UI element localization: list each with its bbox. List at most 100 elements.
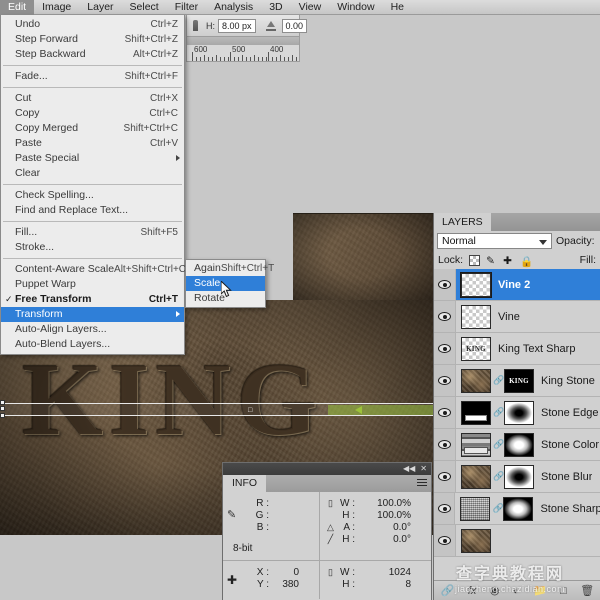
lock-image-pixels-icon[interactable]: ✎ <box>486 255 497 267</box>
layer-visibility-toggle[interactable] <box>434 397 456 428</box>
layer-row-vine-2[interactable]: Vine 2 <box>434 269 600 301</box>
link-mask-icon[interactable]: 🔗 <box>493 375 504 386</box>
transform-marquee[interactable]: □ <box>0 403 433 416</box>
menu-row-puppet-warp[interactable]: Puppet Warp <box>1 277 184 292</box>
layer-row-stone-sharp[interactable]: 🔗 Stone Sharp <box>434 493 600 525</box>
menu-row-paste[interactable]: Paste Ctrl+V <box>1 136 184 151</box>
layer-row-stone-color[interactable]: 🔗 Stone Color <box>434 429 600 461</box>
menu-item-edit[interactable]: Edit <box>0 0 35 15</box>
menu-item-window[interactable]: Window <box>329 0 382 15</box>
layer-mask-thumbnail[interactable] <box>504 368 534 393</box>
layer-thumbnail[interactable] <box>460 271 492 298</box>
menu-row-transform[interactable]: Transform <box>1 307 184 322</box>
menu-row-content-aware-scale[interactable]: Content-Aware Scale Alt+Shift+Ctrl+C <box>1 262 186 277</box>
menu-row-auto-align-layers[interactable]: Auto-Align Layers... <box>1 322 184 337</box>
document-canvas-upper[interactable] <box>293 213 433 303</box>
submenu-row-scale[interactable]: Scale <box>186 276 265 291</box>
ruler-label-400: 400 <box>270 45 284 54</box>
menu-row-step-forward[interactable]: Step Forward Shift+Ctrl+Z <box>1 32 184 47</box>
layer-mask-thumbnail[interactable] <box>504 432 534 457</box>
menu-item-3d[interactable]: 3D <box>261 0 290 15</box>
menu-row-copy[interactable]: Copy Ctrl+C <box>1 106 184 121</box>
layer-thumbnail[interactable] <box>460 496 491 521</box>
new-group-icon[interactable]: 📁 <box>533 584 547 597</box>
menu-item-filter[interactable]: Filter <box>167 0 206 15</box>
adjustment-layer-icon[interactable]: ◐ <box>513 585 520 597</box>
lock-transparent-pixels-icon[interactable] <box>469 254 481 266</box>
layer-mask-thumbnail[interactable] <box>504 464 534 489</box>
close-icon[interactable]: ✕ <box>420 463 427 475</box>
delete-layer-icon[interactable]: 🗑 <box>580 584 594 597</box>
layer-row-king-text-sharp[interactable]: King Text Sharp <box>434 333 600 365</box>
menu-row-fade[interactable]: Fade... Shift+Ctrl+F <box>1 69 184 84</box>
layer-row-stone-edge[interactable]: 🔗 Stone Edge <box>434 397 600 429</box>
ruler-label-600: 600 <box>194 45 208 54</box>
layer-thumbnail[interactable] <box>461 400 491 425</box>
layer-thumbnail[interactable] <box>461 464 491 489</box>
menu-row-label: Copy <box>15 107 40 119</box>
layer-mask-thumbnail[interactable] <box>503 496 534 521</box>
angle-input[interactable]: 0.00 <box>281 18 308 33</box>
panel-menu-icon[interactable] <box>417 479 427 488</box>
menu-row-free-transform[interactable]: ✓ Free Transform Ctrl+T <box>1 292 184 307</box>
horizontal-ruler[interactable]: 600 500 400 <box>186 45 300 62</box>
layer-thumbnail[interactable] <box>461 432 491 457</box>
layer-visibility-toggle[interactable] <box>434 269 456 300</box>
layer-row-king-stone[interactable]: 🔗 King Stone <box>434 365 600 397</box>
ruler-label-500: 500 <box>232 45 246 54</box>
hardness-input[interactable]: 8.00 px <box>218 18 256 33</box>
layer-row-vine[interactable]: Vine <box>434 301 600 333</box>
layer-mask-thumbnail[interactable] <box>504 400 534 425</box>
layer-visibility-toggle[interactable] <box>434 301 456 332</box>
link-mask-icon[interactable]: 🔗 <box>493 407 504 418</box>
link-layers-icon[interactable]: 🔗 <box>441 584 455 597</box>
menu-row-cut[interactable]: Cut Ctrl+X <box>1 91 184 106</box>
menu-row-check-spelling[interactable]: Check Spelling... <box>1 188 184 203</box>
brush-icon[interactable] <box>190 18 203 33</box>
menu-item-layer[interactable]: Layer <box>79 0 121 15</box>
angle-icon[interactable] <box>265 18 279 33</box>
menu-item-image[interactable]: Image <box>34 0 79 15</box>
menu-row-auto-blend-layers[interactable]: Auto-Blend Layers... <box>1 337 184 352</box>
layer-visibility-toggle[interactable] <box>434 493 456 524</box>
layer-row-stone-blur[interactable]: 🔗 Stone Blur <box>434 461 600 493</box>
menu-row-fill[interactable]: Fill... Shift+F5 <box>1 225 184 240</box>
layer-thumbnail[interactable] <box>461 528 491 553</box>
fill-label: Fill: <box>579 254 596 266</box>
layer-thumbnail[interactable] <box>461 368 491 393</box>
collapse-icon[interactable]: ◀◀ <box>403 463 415 475</box>
submenu-row-again[interactable]: Again Shift+Ctrl+T <box>186 261 274 276</box>
link-mask-icon[interactable]: 🔗 <box>493 471 504 482</box>
menu-row-find-and-replace-text[interactable]: Find and Replace Text... <box>1 203 184 218</box>
layer-visibility-toggle[interactable] <box>434 461 456 492</box>
layer-visibility-toggle[interactable] <box>434 429 456 460</box>
submenu-row-rotate[interactable]: Rotate <box>186 291 265 306</box>
menu-item-help[interactable]: He <box>383 0 412 15</box>
menu-row-undo[interactable]: Undo Ctrl+Z <box>1 17 184 32</box>
blend-mode-select[interactable]: Normal <box>437 233 552 249</box>
tab-layers[interactable]: LAYERS <box>434 213 491 231</box>
layer-row-partial[interactable] <box>434 525 600 557</box>
menu-item-analysis[interactable]: Analysis <box>206 0 261 15</box>
link-mask-icon[interactable]: 🔗 <box>492 503 503 514</box>
menu-row-stroke[interactable]: Stroke... <box>1 240 184 255</box>
layer-visibility-toggle[interactable] <box>434 365 456 396</box>
menu-item-select[interactable]: Select <box>122 0 167 15</box>
info-row-g: G : <box>227 510 315 522</box>
layer-style-icon[interactable]: fx <box>468 585 477 597</box>
layer-mask-icon[interactable]: ◉ <box>490 584 500 597</box>
menu-row-copy-merged[interactable]: Copy Merged Shift+Ctrl+C <box>1 121 184 136</box>
menu-row-paste-special[interactable]: Paste Special <box>1 151 184 166</box>
menu-row-step-backward[interactable]: Step Backward Alt+Ctrl+Z <box>1 47 184 62</box>
layer-thumbnail[interactable] <box>461 304 491 329</box>
layer-visibility-toggle[interactable] <box>434 333 456 364</box>
layer-thumbnail[interactable] <box>461 336 491 361</box>
menu-row-clear[interactable]: Clear <box>1 166 184 181</box>
new-layer-icon[interactable]: □ <box>560 585 567 597</box>
link-mask-icon[interactable]: 🔗 <box>493 439 504 450</box>
menu-item-view[interactable]: View <box>291 0 330 15</box>
lock-all-icon[interactable]: 🔒 <box>520 255 533 268</box>
lock-position-icon[interactable]: ✚ <box>503 255 514 267</box>
tab-info[interactable]: INFO <box>223 475 267 492</box>
layer-visibility-toggle[interactable] <box>434 525 456 556</box>
